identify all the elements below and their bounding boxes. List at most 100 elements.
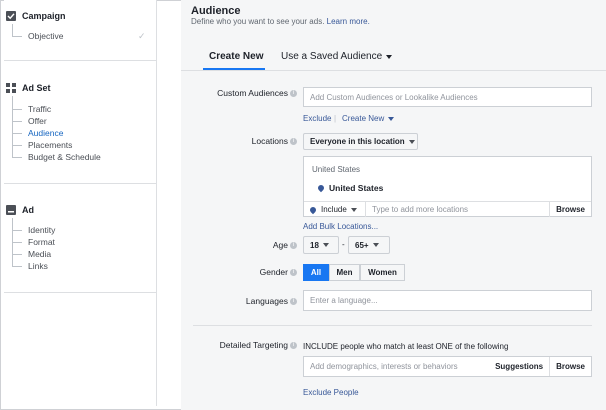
gender-all-button[interactable]: All [303, 264, 329, 281]
select-value: Everyone in this location [310, 137, 405, 146]
separator: | [334, 114, 337, 123]
section-title: Ad [22, 205, 34, 215]
tree-tick [12, 133, 22, 134]
tree-tick [12, 121, 22, 122]
tree-line [12, 96, 13, 157]
tab-divider [181, 70, 606, 71]
sidebar-item-placements[interactable]: Placements [28, 140, 72, 150]
tree-tick [12, 254, 22, 255]
info-icon[interactable]: i [290, 298, 297, 306]
create-new-dropdown[interactable]: Create New [342, 114, 395, 123]
selected-location-label: United States [329, 183, 384, 193]
detailed-targeting-input: Add demographics, interests or behaviors… [303, 356, 592, 377]
locations-label: Locations i [187, 136, 297, 146]
ad-icon [6, 205, 16, 215]
info-icon[interactable]: i [290, 242, 297, 250]
detailed-targeting-search[interactable]: Add demographics, interests or behaviors [304, 362, 489, 371]
tree-tick [12, 145, 22, 146]
section-divider [4, 292, 157, 293]
chevron-down-icon [388, 116, 395, 121]
page-title: Audience [191, 5, 241, 17]
gender-label: Gender i [187, 267, 297, 277]
info-icon[interactable]: i [290, 90, 297, 98]
section-divider [4, 60, 157, 61]
location-add-row: Include Type to add more locations Brows… [304, 201, 591, 217]
sidebar-item-traffic[interactable]: Traffic [28, 104, 51, 114]
checkbox-icon [6, 11, 16, 21]
tree-tick [12, 242, 22, 243]
label-text: Gender [259, 267, 288, 277]
section-divider [193, 325, 592, 326]
include-criteria-text: INCLUDE people who match at least ONE of… [303, 342, 509, 351]
section-title: Ad Set [22, 83, 51, 93]
gender-men-button[interactable]: Men [329, 264, 360, 281]
chevron-down-icon [322, 243, 329, 247]
tab-saved-audience[interactable]: Use a Saved Audience [281, 51, 393, 62]
include-select[interactable]: Include [304, 202, 366, 217]
chevron-down-icon [350, 207, 357, 212]
chevron-down-icon [372, 243, 379, 247]
sidebar-item-audience[interactable]: Audience [28, 128, 63, 138]
chevron-down-icon [408, 139, 415, 144]
tree-line [12, 24, 13, 36]
location-pin-icon [308, 205, 318, 214]
browse-locations-button[interactable]: Browse [549, 202, 591, 217]
tree-tick [12, 109, 22, 110]
sidebar-item-media[interactable]: Media [28, 249, 51, 259]
location-search-input[interactable]: Type to add more locations [366, 205, 549, 214]
gender-women-button[interactable]: Women [360, 264, 405, 281]
suggestions-button[interactable]: Suggestions [489, 357, 549, 376]
location-scope-select[interactable]: Everyone in this location [303, 133, 418, 150]
add-bulk-locations-link[interactable]: Add Bulk Locations... [303, 222, 378, 231]
country-header: United States [312, 165, 361, 174]
sidebar: Campaign Objective ✓ Ad Set Traffic Offe… [4, 0, 157, 406]
languages-input[interactable]: Enter a language... [303, 290, 592, 311]
sidebar-section-campaign[interactable]: Campaign [6, 11, 66, 21]
tab-create-new[interactable]: Create New [209, 51, 263, 62]
sidebar-item-format[interactable]: Format [28, 237, 55, 247]
tree-tick [12, 266, 22, 267]
tree-tick [12, 157, 22, 158]
label-text: Custom Audiences [217, 88, 288, 98]
learn-more-link[interactable]: Learn more. [327, 17, 370, 26]
create-new-label: Create New [342, 114, 385, 123]
select-value: 18 [310, 240, 319, 250]
exclude-link[interactable]: Exclude [303, 114, 331, 123]
sidebar-section-ad[interactable]: Ad [6, 205, 34, 215]
sidebar-item-budget-schedule[interactable]: Budget & Schedule [28, 152, 101, 162]
info-icon[interactable]: i [290, 138, 297, 146]
tab-label: Use a Saved Audience [281, 51, 383, 62]
section-divider [4, 183, 157, 184]
exclude-people-link[interactable]: Exclude People [303, 388, 359, 397]
browse-targeting-button[interactable]: Browse [549, 357, 591, 376]
select-value: 65+ [355, 240, 369, 250]
section-title: Campaign [22, 11, 66, 21]
sidebar-item-links[interactable]: Links [28, 261, 48, 271]
chevron-down-icon [386, 54, 393, 59]
info-icon[interactable]: i [290, 269, 297, 277]
location-pin-icon [316, 183, 326, 193]
age-label: Age i [187, 240, 297, 250]
grid-icon [6, 83, 16, 93]
label-text: Locations [251, 136, 288, 146]
age-range-dash: - [342, 240, 345, 249]
tree-tick [12, 36, 22, 37]
age-min-select[interactable]: 18 [303, 236, 339, 254]
label-text: Languages [245, 296, 288, 306]
sidebar-item-offer[interactable]: Offer [28, 116, 47, 126]
languages-label: Languages i [187, 296, 297, 306]
sidebar-item-identity[interactable]: Identity [28, 225, 55, 235]
page-subtitle: Define who you want to see your ads. Lea… [191, 17, 370, 26]
sidebar-section-adset[interactable]: Ad Set [6, 83, 51, 93]
info-icon[interactable]: i [290, 342, 297, 350]
custom-audiences-input[interactable]: Add Custom Audiences or Lookalike Audien… [303, 87, 592, 107]
include-label: Include [321, 205, 347, 214]
sidebar-item-objective[interactable]: Objective [28, 31, 63, 41]
tree-tick [12, 230, 22, 231]
age-max-select[interactable]: 65+ [348, 236, 390, 254]
label-text: Age [272, 240, 288, 250]
selected-location[interactable]: United States [316, 183, 384, 193]
audience-panel: Audience Define who you want to see your… [181, 0, 606, 410]
check-icon: ✓ [138, 31, 146, 41]
custom-audiences-label: Custom Audiences i [187, 88, 297, 98]
